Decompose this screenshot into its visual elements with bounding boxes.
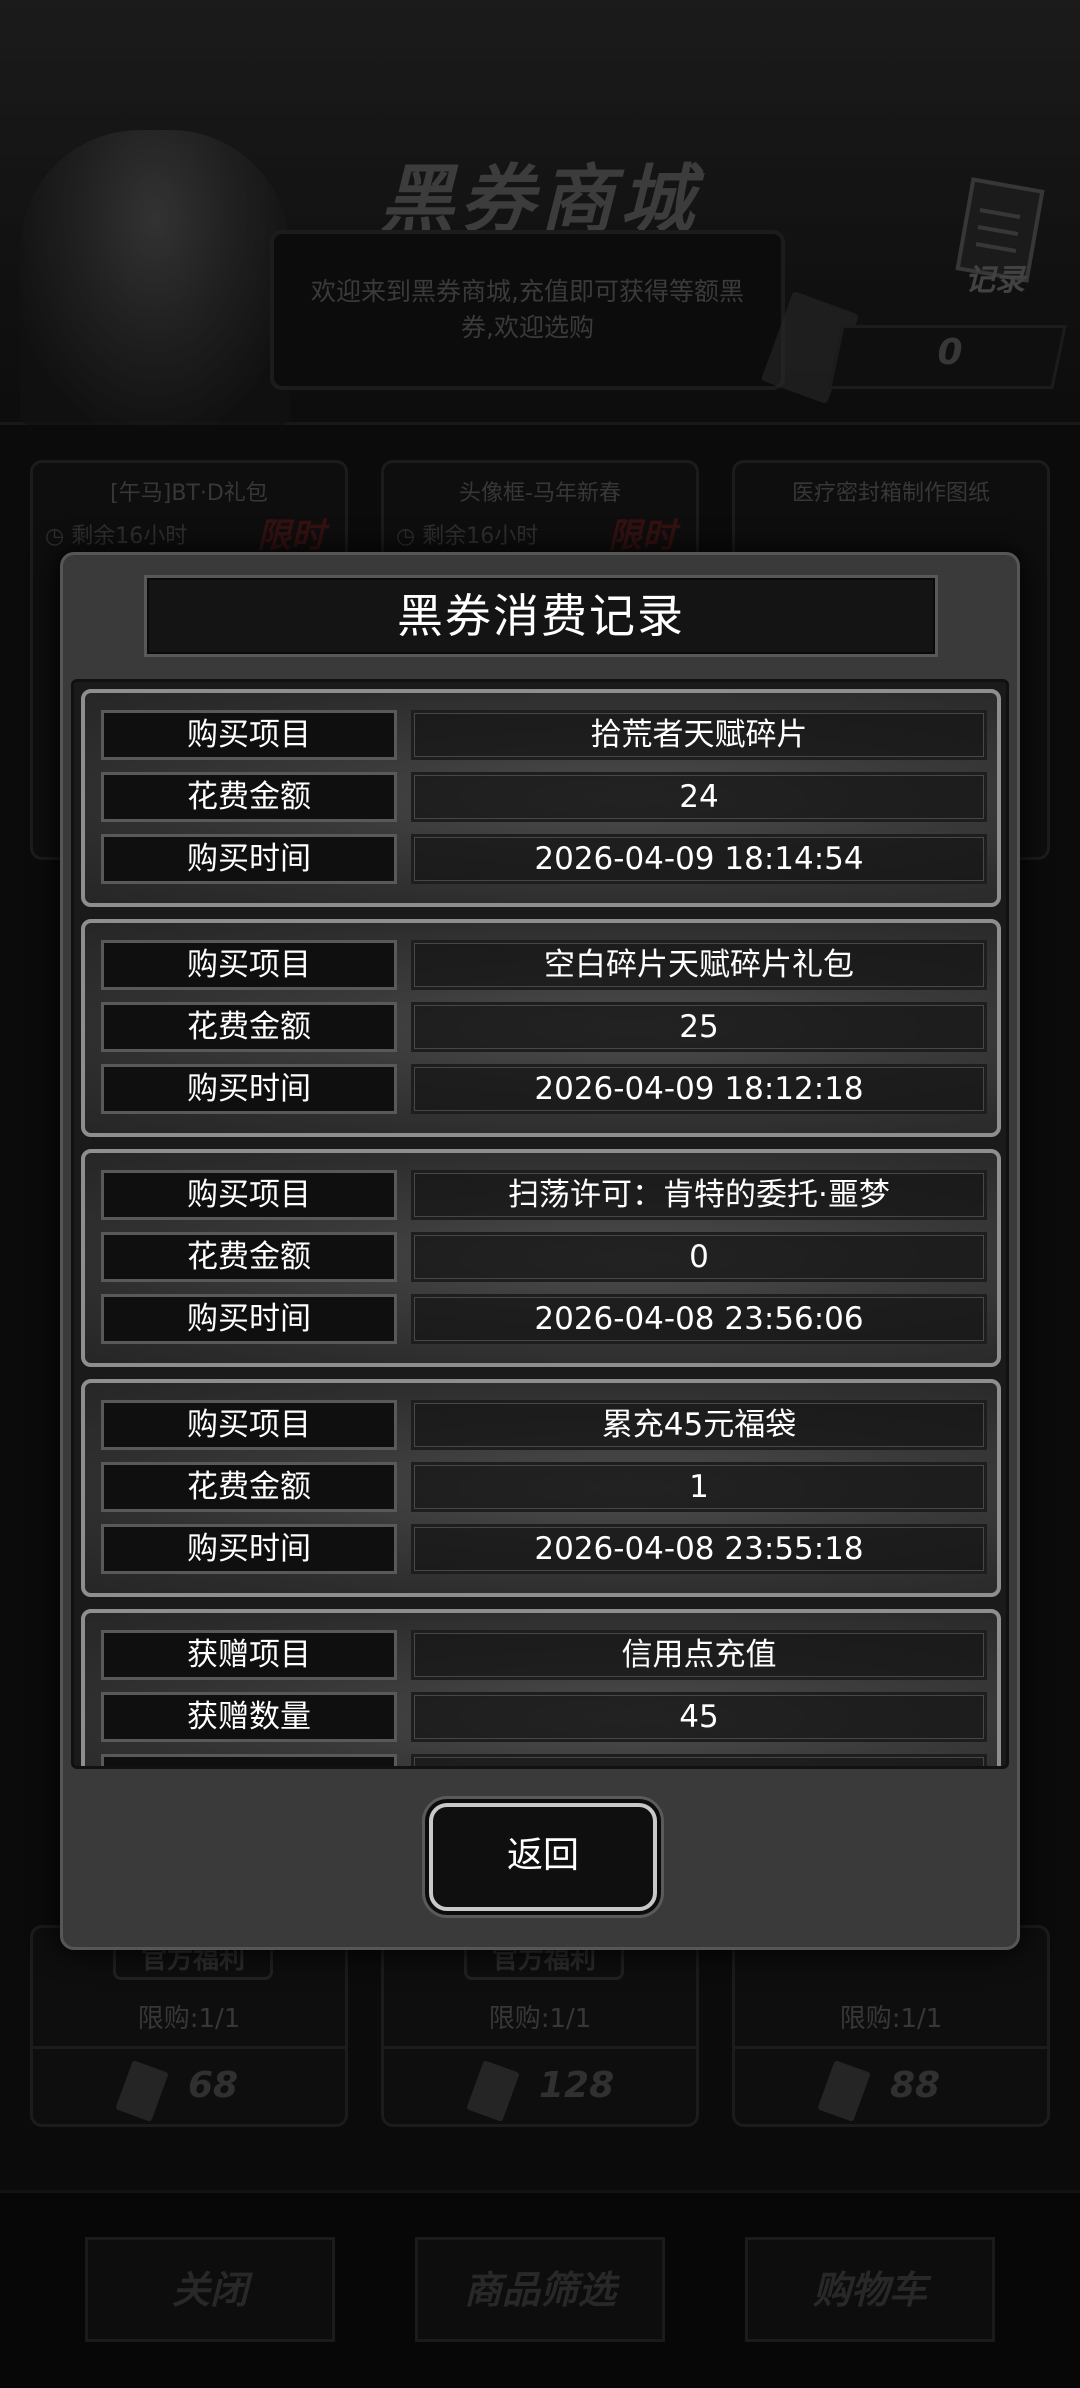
row-value: 2026-04-09 18:14:54 bbox=[411, 834, 987, 884]
row-label: 购买项目 bbox=[101, 940, 397, 990]
consumption-record-dialog: 黑券消费记录 购买项目 拾荒者天赋碎片 花费金额 24 购买时间 2026-04… bbox=[60, 552, 1020, 1950]
row-label: 花费金额 bbox=[101, 1232, 397, 1282]
dialog-title: 黑券消费记录 bbox=[397, 589, 685, 643]
row-label: 花费金额 bbox=[101, 1462, 397, 1512]
row-label: 购买项目 bbox=[101, 1400, 397, 1450]
record-card: 购买项目 空白碎片天赋碎片礼包 花费金额 25 购买时间 2026-04-09 … bbox=[81, 919, 1001, 1137]
row-label: 购买时间 bbox=[101, 1294, 397, 1344]
row-label: 花费金额 bbox=[101, 1002, 397, 1052]
row-label bbox=[101, 1754, 397, 1766]
row-value: 24 bbox=[411, 772, 987, 822]
row-value: 0 bbox=[411, 1232, 987, 1282]
row-label: 获赠数量 bbox=[101, 1692, 397, 1742]
row-value: 拾荒者天赋碎片 bbox=[411, 710, 987, 760]
row-value: 2026-04-08 23:55:18 bbox=[411, 1524, 987, 1574]
row-value: 累充45元福袋 bbox=[411, 1400, 987, 1450]
record-card: 购买项目 扫荡许可：肯特的委托·噩梦 花费金额 0 购买时间 2026-04-0… bbox=[81, 1149, 1001, 1367]
row-value: 扫荡许可：肯特的委托·噩梦 bbox=[411, 1170, 987, 1220]
row-value: 2026-04-08 23:56:06 bbox=[411, 1294, 987, 1344]
row-value bbox=[411, 1754, 987, 1766]
record-card: 购买项目 拾荒者天赋碎片 花费金额 24 购买时间 2026-04-09 18:… bbox=[81, 689, 1001, 907]
row-label: 购买项目 bbox=[101, 710, 397, 760]
row-label: 购买时间 bbox=[101, 1064, 397, 1114]
row-label: 购买时间 bbox=[101, 834, 397, 884]
row-label: 购买时间 bbox=[101, 1524, 397, 1574]
record-card: 购买项目 累充45元福袋 花费金额 1 购买时间 2026-04-08 23:5… bbox=[81, 1379, 1001, 1597]
row-value: 25 bbox=[411, 1002, 987, 1052]
record-card: 获赠项目 信用点充值 获赠数量 45 bbox=[81, 1609, 1001, 1766]
dialog-header: 黑券消费记录 bbox=[144, 575, 938, 657]
row-value: 空白碎片天赋碎片礼包 bbox=[411, 940, 987, 990]
row-label: 获赠项目 bbox=[101, 1630, 397, 1680]
row-value: 1 bbox=[411, 1462, 987, 1512]
row-label: 花费金额 bbox=[101, 772, 397, 822]
row-value: 信用点充值 bbox=[411, 1630, 987, 1680]
row-label: 购买项目 bbox=[101, 1170, 397, 1220]
row-value: 2026-04-09 18:12:18 bbox=[411, 1064, 987, 1114]
back-button[interactable]: 返回 bbox=[429, 1803, 657, 1911]
row-value: 45 bbox=[411, 1692, 987, 1742]
record-list[interactable]: 购买项目 拾荒者天赋碎片 花费金额 24 购买时间 2026-04-09 18:… bbox=[71, 679, 1009, 1769]
